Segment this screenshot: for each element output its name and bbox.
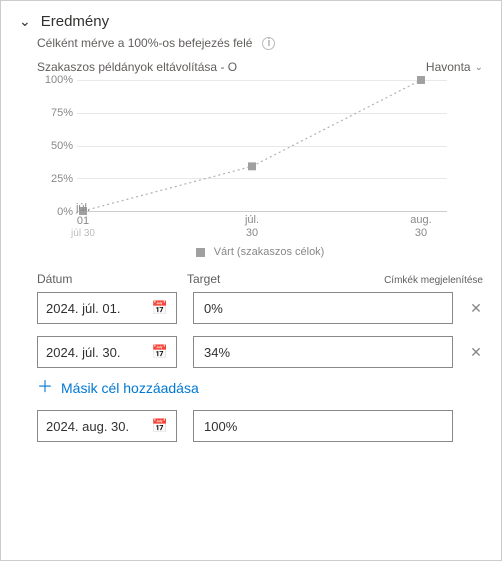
frequency-dropdown[interactable]: Havonta ⌄ — [426, 60, 483, 74]
collapse-icon[interactable]: ⌄ — [19, 13, 31, 30]
ytick-100: 100% — [37, 74, 73, 86]
goal-row-0: 2024. júl. 01. 📅 0% ✕ — [37, 292, 483, 324]
calendar-icon[interactable]: 📅 — [152, 300, 168, 316]
legend-label: Várt (szakaszos célok) — [214, 246, 325, 258]
date-column-header: Dátum — [37, 272, 187, 286]
final-target-value: 100% — [204, 419, 237, 434]
frequency-value: Havonta — [426, 60, 471, 74]
ytick-50: 50% — [37, 140, 73, 152]
date-input-0[interactable]: 2024. júl. 01. 📅 — [37, 292, 177, 324]
ytick-25: 25% — [37, 173, 73, 185]
column-headers: Dátum Target Címkék megjelenítése — [37, 272, 483, 286]
final-date-value: 2024. aug. 30. — [46, 419, 129, 434]
subtitle-text: Célként mérve a 100%-os befejezés felé — [37, 36, 252, 50]
section-header: ⌄ Eredmény — [19, 13, 483, 30]
date-value-1: 2024. júl. 30. — [46, 345, 120, 360]
xtick-1-month: júl. — [245, 214, 259, 226]
xtick-0-month: júl. — [76, 202, 90, 214]
plot-area — [77, 80, 447, 212]
chart-svg — [77, 80, 447, 211]
info-icon[interactable]: i — [262, 37, 275, 50]
date-value-0: 2024. júl. 01. — [46, 301, 120, 316]
date-input-1[interactable]: 2024. júl. 30. 📅 — [37, 336, 177, 368]
remove-goal-button-0[interactable]: ✕ — [469, 300, 483, 317]
chart-legend: Várt (szakaszos célok) — [37, 246, 483, 258]
goal-row-1: 2024. júl. 30. 📅 34% ✕ — [37, 336, 483, 368]
add-goal-label: Másik cél hozzáadása — [61, 380, 199, 396]
target-value-1: 34% — [204, 345, 230, 360]
line-chart: 100% 75% 50% 25% 0% júl. 01 júl 30 júl. … — [37, 80, 457, 240]
xtick-0-note: júl 30 — [71, 228, 95, 240]
plus-icon: ＋ — [37, 380, 53, 396]
series-label: Szakaszos példányok eltávolítása - O — [37, 60, 237, 74]
xtick-1-day: 30 — [245, 227, 259, 240]
add-goal-button[interactable]: ＋ Másik cél hozzáadása — [37, 380, 483, 396]
chevron-down-icon: ⌄ — [475, 62, 483, 73]
remove-goal-button-1[interactable]: ✕ — [469, 344, 483, 361]
target-value-0: 0% — [204, 301, 223, 316]
calendar-icon[interactable]: 📅 — [152, 344, 168, 360]
target-column-header: Target — [187, 272, 384, 286]
subtitle-row: Célként mérve a 100%-os befejezés felé i — [37, 36, 483, 50]
ytick-75: 75% — [37, 107, 73, 119]
final-date-input[interactable]: 2024. aug. 30. 📅 — [37, 410, 177, 442]
chart-container: 100% 75% 50% 25% 0% júl. 01 júl 30 júl. … — [37, 80, 483, 258]
target-input-1[interactable]: 34% — [193, 336, 453, 368]
xtick-2-month: aug. — [410, 214, 431, 226]
section-title: Eredmény — [41, 13, 109, 30]
target-input-0[interactable]: 0% — [193, 292, 453, 324]
calendar-icon[interactable]: 📅 — [152, 418, 168, 434]
show-labels-link[interactable]: Címkék megjelenítése — [384, 275, 483, 286]
final-goal-row: 2024. aug. 30. 📅 100% — [37, 410, 483, 442]
final-target-input[interactable]: 100% — [193, 410, 453, 442]
xtick-2-day: 30 — [410, 227, 431, 240]
xtick-0-day: 01 — [71, 215, 95, 228]
ytick-0: 0% — [37, 206, 73, 218]
legend-marker-icon — [196, 248, 205, 257]
chart-header: Szakaszos példányok eltávolítása - O Hav… — [37, 60, 483, 74]
